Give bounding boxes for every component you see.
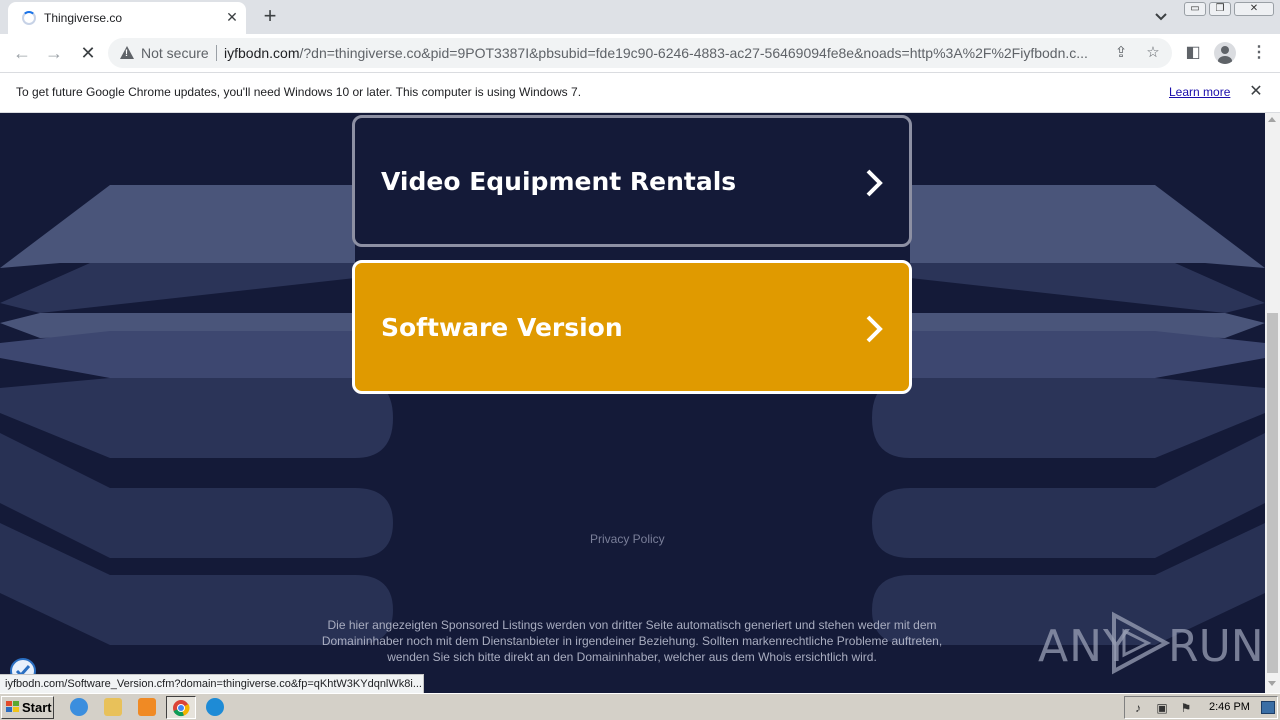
action-center-flag-icon[interactable]: ⚑ — [1179, 701, 1193, 715]
stop-loading-button[interactable]: ✕ — [74, 39, 102, 67]
new-tab-button[interactable]: + — [258, 5, 282, 29]
system-tray: ♪ ▣ ⚑ 2:46 PM — [1124, 696, 1278, 719]
learn-more-link[interactable]: Learn more — [1169, 85, 1230, 99]
taskbar-clock[interactable]: 2:46 PM — [1209, 701, 1250, 713]
infobar-close-button[interactable]: ✕ — [1246, 82, 1266, 102]
url-path: /?dn=thingiverse.co&pid=9POT3387I&pbsubi… — [299, 45, 1088, 61]
network-icon[interactable]: ▣ — [1155, 701, 1169, 715]
show-desktop-icon[interactable] — [1261, 701, 1275, 714]
start-label: Start — [22, 700, 52, 715]
tab-search-icon[interactable] — [1151, 8, 1171, 26]
start-button[interactable]: Start — [1, 696, 54, 719]
back-button[interactable]: ← — [8, 39, 36, 67]
loading-spinner-icon — [22, 11, 36, 25]
edge-icon[interactable] — [206, 698, 224, 716]
minimize-button[interactable]: ▭ — [1184, 2, 1206, 16]
page-scrollbar[interactable] — [1265, 113, 1280, 693]
explorer-icon[interactable] — [104, 698, 122, 716]
browser-tab[interactable]: Thingiverse.co ✕ — [8, 2, 246, 34]
scroll-up-arrow-icon[interactable] — [1268, 117, 1276, 122]
update-infobar: To get future Google Chrome updates, you… — [0, 72, 1280, 113]
status-bar-url: iyfbodn.com/Software_Version.cfm?domain=… — [0, 674, 424, 693]
play-logo-icon — [1112, 611, 1170, 675]
chrome-icon — [173, 700, 190, 717]
bookmark-star-icon[interactable]: ☆ — [1144, 44, 1162, 62]
restore-button[interactable]: ❐ — [1209, 2, 1231, 16]
side-panel-icon[interactable]: ◧ — [1182, 42, 1204, 64]
media-player-icon[interactable] — [138, 698, 156, 716]
volume-icon[interactable]: ♪ — [1131, 701, 1145, 715]
browser-toolbar: ← → ✕ Not secure iyfbodn.com/?dn=thingiv… — [0, 34, 1280, 72]
security-label[interactable]: Not secure — [141, 45, 209, 61]
listing-label: Software Version — [381, 313, 623, 342]
tab-close-button[interactable]: ✕ — [223, 8, 241, 26]
tab-title: Thingiverse.co — [44, 11, 123, 25]
chevron-right-icon — [866, 169, 883, 197]
watermark-run: RUN — [1168, 621, 1264, 672]
share-icon[interactable]: ⇪ — [1112, 44, 1130, 62]
listing-label: Video Equipment Rentals — [381, 167, 737, 196]
chevron-right-icon — [866, 315, 883, 343]
window-close-button[interactable]: ✕ — [1234, 2, 1274, 16]
url-host: iyfbodn.com — [224, 45, 300, 61]
windows-taskbar: Start ♪ ▣ ⚑ 2:46 PM — [0, 693, 1280, 720]
scroll-down-arrow-icon[interactable] — [1268, 681, 1276, 686]
profile-avatar-icon[interactable] — [1214, 42, 1236, 64]
windows-logo-icon — [6, 701, 19, 712]
page-content: Video Equipment Rentals Software Version… — [0, 113, 1265, 693]
browser-menu-icon[interactable]: ⋮ — [1248, 42, 1270, 64]
listing-video-equipment-rentals[interactable]: Video Equipment Rentals — [352, 115, 912, 247]
chrome-taskbar-button[interactable] — [166, 696, 196, 719]
forward-button[interactable]: → — [40, 39, 68, 67]
tab-strip: Thingiverse.co ✕ + ▭ ❐ ✕ — [0, 0, 1280, 34]
infobar-message: To get future Google Chrome updates, you… — [16, 85, 582, 99]
listing-software-version[interactable]: Software Version — [352, 260, 912, 394]
privacy-policy-link[interactable]: Privacy Policy — [590, 532, 665, 546]
scroll-thumb[interactable] — [1267, 313, 1278, 673]
address-separator — [216, 45, 217, 61]
ie-icon[interactable] — [70, 698, 88, 716]
warning-icon[interactable] — [120, 46, 134, 59]
url-text[interactable]: iyfbodn.com/?dn=thingiverse.co&pid=9POT3… — [224, 45, 1104, 61]
address-bar[interactable]: Not secure iyfbodn.com/?dn=thingiverse.c… — [108, 38, 1172, 68]
disclaimer-text: Die hier angezeigten Sponsored Listings … — [321, 618, 943, 664]
